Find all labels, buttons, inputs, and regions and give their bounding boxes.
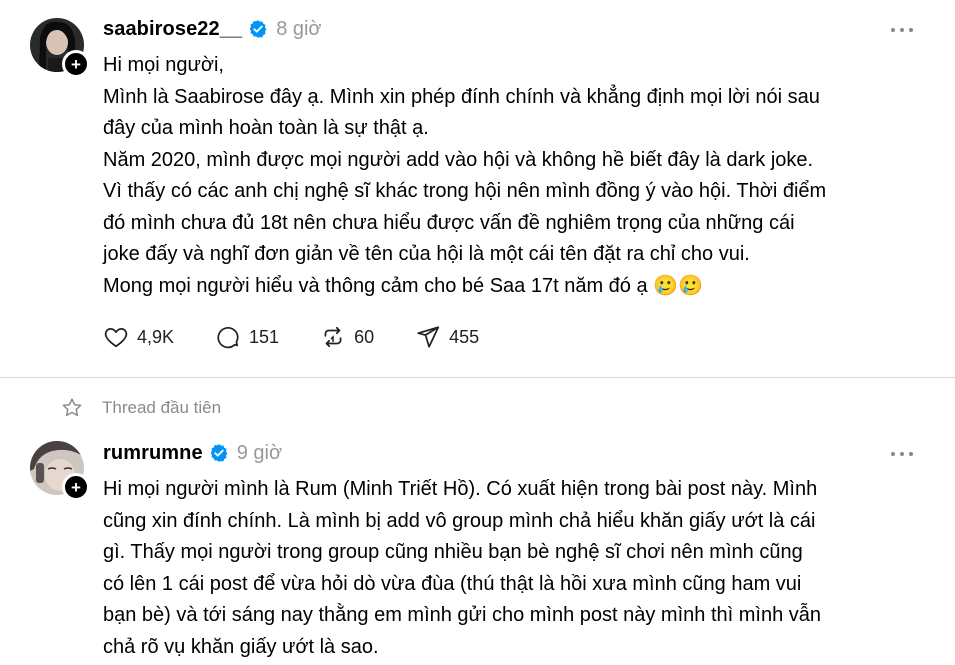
share-button[interactable]: 455 [415, 324, 479, 350]
post-line: bạn bè) và tới sáng nay thằng em mình gử… [103, 604, 822, 626]
post-line: đó mình chưa đủ 18t nên chưa hiểu được v… [103, 211, 795, 234]
repost-count: 60 [354, 326, 375, 347]
post-line: joke đấy và nghĩ đơn giản về tên của hội… [103, 243, 750, 265]
post-header: rumrumne 9 giờ [103, 440, 282, 466]
verified-badge-icon [210, 444, 228, 462]
post-line: Hi mọi người mình là Rum (Minh Triết Hồ)… [103, 478, 818, 500]
more-icon[interactable] [891, 25, 913, 35]
post-line: Mong mọi người hiểu và thông cảm cho bé … [103, 274, 703, 297]
post-line: có lên 1 cái post để vừa hỏi dò vừa đùa … [103, 572, 802, 595]
post-time: 9 giờ [236, 441, 283, 464]
share-count: 455 [449, 326, 480, 347]
star-icon [62, 398, 82, 417]
post-line: chả rõ vụ khăn giấy ướt là sao. [103, 635, 379, 658]
like-count: 4,9K [137, 326, 175, 347]
post-line: Mình là Saabirose đây ạ. Mình xin phép đ… [103, 85, 820, 108]
follow-button[interactable]: + [62, 473, 90, 501]
username[interactable]: saabirose22__ [103, 18, 242, 41]
post-divider [0, 377, 955, 378]
post-actions: 4,9K 151 60 455 [103, 324, 520, 350]
post-line: Năm 2020, mình được mọi người add vào hộ… [103, 148, 814, 171]
repost-button[interactable]: 60 [320, 324, 374, 350]
post-line: gì. Thấy mọi người trong group cũng nhiề… [103, 541, 803, 563]
thread-label: Thread đầu tiên [60, 396, 221, 420]
like-button[interactable]: 4,9K [103, 324, 174, 350]
post-time: 8 giờ [276, 17, 322, 40]
post-text: Hi mọi người mình là Rum (Minh Triết Hồ)… [103, 474, 923, 663]
username[interactable]: rumrumne [103, 442, 203, 465]
comment-count: 151 [249, 326, 280, 347]
post-line: cũng xin đính chính. Là mình bị add vô g… [103, 509, 816, 532]
more-icon[interactable] [891, 449, 913, 459]
post-line: đây của mình hoàn toàn là sự thật ạ. [103, 117, 429, 139]
comment-button[interactable]: 151 [215, 324, 279, 350]
repost-icon [324, 326, 342, 348]
share-icon [417, 326, 440, 348]
follow-button[interactable]: + [62, 50, 90, 78]
comment-icon [217, 326, 239, 349]
thread-label-text: Thread đầu tiên [102, 398, 222, 417]
verified-badge-icon [249, 20, 267, 38]
post-header: saabirose22__ 8 giờ [103, 16, 322, 42]
heart-icon [104, 328, 128, 348]
post-line: Hi mọi người, [103, 54, 224, 76]
post-line: Vì thấy có các anh chị nghệ sĩ khác tron… [103, 180, 827, 202]
post-text: Hi mọi người, Mình là Saabirose đây ạ. M… [103, 50, 923, 302]
